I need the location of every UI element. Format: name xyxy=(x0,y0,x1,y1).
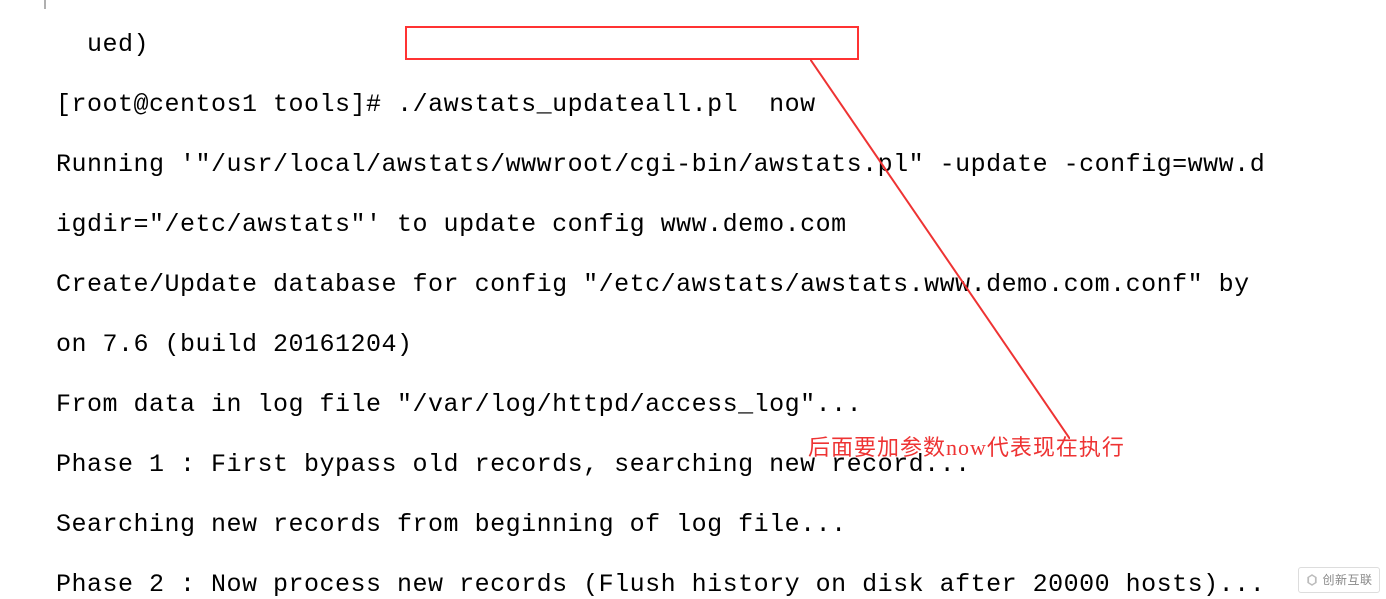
watermark: 创新互联 xyxy=(1298,567,1380,593)
terminal-line: From data in log file "/var/log/httpd/ac… xyxy=(56,390,1386,420)
terminal[interactable]: ued) [root@centos1 tools]# ./awstats_upd… xyxy=(56,0,1386,599)
watermark-text: 创新互联 xyxy=(1322,565,1372,595)
watermark-logo-icon xyxy=(1305,573,1319,587)
terminal-command: ./awstats_updateall.pl now xyxy=(397,90,816,119)
terminal-prompt: [root@centos1 tools]# xyxy=(56,90,397,119)
terminal-line: on 7.6 (build 20161204) xyxy=(56,330,1386,360)
annotation-text: 后面要加参数now代表现在执行 xyxy=(808,433,1125,463)
terminal-line: ued) xyxy=(56,30,1386,60)
terminal-line: Searching new records from beginning of … xyxy=(56,510,1386,540)
terminal-prompt-line: [root@centos1 tools]# ./awstats_updateal… xyxy=(56,90,1386,120)
terminal-line: Phase 1 : First bypass old records, sear… xyxy=(56,450,1386,480)
terminal-line: Running '"/usr/local/awstats/wwwroot/cgi… xyxy=(56,150,1386,180)
vertical-rule-left xyxy=(44,0,46,9)
terminal-line: igdir="/etc/awstats"' to update config w… xyxy=(56,210,1386,240)
terminal-line: Create/Update database for config "/etc/… xyxy=(56,270,1386,300)
terminal-line: Phase 2 : Now process new records (Flush… xyxy=(56,570,1386,599)
